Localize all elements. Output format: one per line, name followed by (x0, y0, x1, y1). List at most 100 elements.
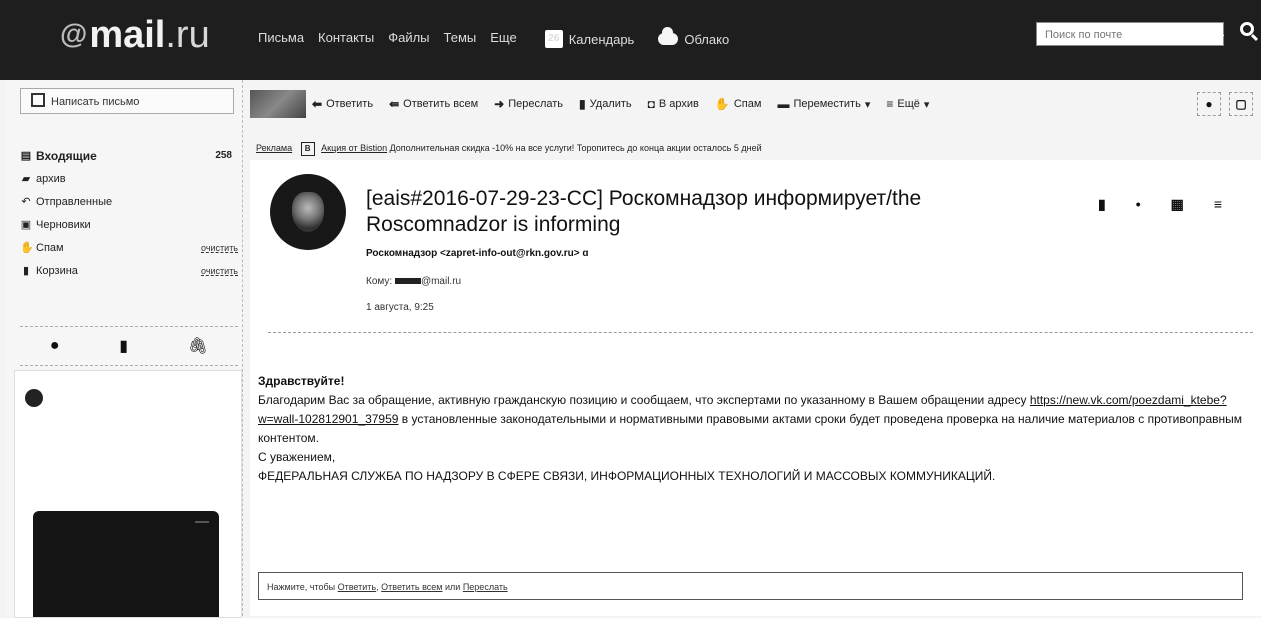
contact-card-icon[interactable]: ɑ (582, 248, 588, 259)
nav-contacts[interactable]: Контакты (318, 30, 374, 48)
body-text-before: Благодарим Вас за обращение, активную гр… (258, 393, 1030, 407)
to-domain: @mail.ru (420, 276, 462, 287)
ad-image (33, 511, 219, 617)
calendar-icon: 26 (544, 30, 563, 48)
quick-reply-all-link[interactable]: Ответить всем (381, 582, 442, 592)
more-button[interactable]: ≡ Ещё ▾ (886, 97, 929, 111)
sidebar-ad-panel[interactable] (14, 370, 242, 618)
quick-reply-box[interactable]: Нажмите, чтобы Ответить, Ответить всем и… (258, 572, 1243, 600)
ad-link[interactable]: Акция от Bistion (321, 143, 387, 153)
quick-reply-sep: , (376, 582, 379, 592)
message-view: [eais#2016-07-29-23-CC] Роскомнадзор инф… (250, 160, 1261, 616)
message-actions: ▮ • ▦ ≡ (1098, 196, 1222, 213)
logo-suffix: .ru (165, 14, 210, 56)
nav-cloud-label: Облако (684, 31, 730, 47)
ad-logo (25, 389, 43, 407)
nav-calendar-label: Календарь (568, 31, 635, 47)
folder-archive[interactable]: ▰ архив (20, 167, 238, 190)
archive-button[interactable]: ◘ В архив (648, 97, 699, 111)
header-divider (268, 332, 1253, 333)
folder-list: ▤ Входящие 258 ▰ архив ↶ Отправленные ▣ … (20, 144, 238, 282)
to-label: Кому: (366, 276, 393, 287)
message-body: Здравствуйте! Благодарим Вас за обращени… (258, 372, 1248, 486)
trash-icon: ▮ (22, 265, 30, 277)
mailru-logo[interactable]: @mail.ru (60, 14, 210, 57)
compose-icon (31, 93, 45, 107)
reply-icon: ⬅ (312, 97, 323, 111)
print-icon[interactable]: ▢ (1229, 92, 1253, 116)
sender-address[interactable]: Роскомнадзор <zapret-info-out@rkn.gov.ru… (366, 248, 588, 259)
message-toolbar: ⬅ Ответить ⇚ Ответить всем ➜ Переслать ▮ Уда… (250, 84, 1261, 124)
archive-icon: ◘ (647, 97, 655, 111)
delete-button[interactable]: ▮ Удалить (579, 97, 632, 111)
clean-trash-link[interactable]: очистить (201, 266, 238, 276)
reply-label: Ответить (326, 98, 374, 110)
search-icon[interactable] (1240, 22, 1254, 36)
trash-icon: ▮ (579, 97, 586, 111)
more-label: Ещё (897, 98, 920, 110)
cloud-icon (658, 27, 679, 45)
folder-label: Корзина (36, 264, 78, 277)
body-text-after: в установленные законодательными и норма… (258, 412, 1243, 445)
forward-button[interactable]: ➜ Переслать (494, 97, 563, 111)
ad-label: Реклама (256, 143, 293, 153)
ad-banner[interactable]: Реклама B Акция от Bistion Дополнительна… (256, 142, 762, 156)
compose-button[interactable]: Написать письмо (20, 88, 234, 114)
move-button[interactable]: ▬ Переместить ▾ (777, 97, 870, 111)
message-subject: [eais#2016-07-29-23-CC] Роскомнадзор инф… (366, 187, 922, 236)
search-box (1036, 22, 1224, 46)
recipient-line: Кому: @mail.ru (366, 276, 461, 287)
quick-reply-or: или (445, 582, 461, 592)
greeting: Здравствуйте! (258, 374, 345, 388)
spam-icon: ✋ (20, 242, 34, 254)
flagged-filter-icon[interactable]: ▮ (119, 336, 128, 356)
folder-sent[interactable]: ↶ Отправленные (20, 190, 238, 213)
reply-button[interactable]: ⬅ Ответить (312, 97, 373, 111)
inbox-icon: ▤ (20, 150, 32, 162)
nav-topics[interactable]: Темы (444, 30, 477, 48)
compose-label: Написать письмо (51, 96, 140, 108)
mark-unread-icon[interactable]: • (1136, 196, 1141, 213)
folder-label: Входящие (36, 148, 97, 163)
nav-mail[interactable]: Письма (258, 30, 304, 48)
sender-text: Роскомнадзор <zapret-info-out@rkn.gov.ru… (366, 248, 580, 259)
signature: ФЕДЕРАЛЬНАЯ СЛУЖБА ПО НАДЗОРУ В СФЕРЕ СВ… (258, 469, 996, 483)
archive-label: В архив (658, 98, 699, 110)
folder-label: архив (36, 172, 66, 185)
quick-reply-link[interactable]: Ответить (338, 582, 376, 592)
nav-files[interactable]: Файлы (388, 30, 429, 48)
folder-spam[interactable]: ✋ Спам очистить (20, 236, 238, 259)
logo-at: @ (60, 18, 88, 49)
attachment-filter-icon[interactable]: 🖇 (188, 336, 208, 356)
sidebar-filter-bar: ● ▮ 🖇 (20, 326, 238, 366)
folder-trash[interactable]: ▮ Корзина очистить (20, 259, 238, 282)
nav-calendar[interactable]: 26 Календарь (544, 30, 635, 48)
more-options-icon[interactable]: ≡ (1214, 196, 1222, 213)
nav-cloud[interactable]: Облако (658, 27, 730, 48)
sent-icon: ↶ (21, 196, 31, 208)
security-icon[interactable]: ● (1197, 92, 1221, 116)
unread-filter-icon[interactable]: ● (50, 337, 60, 355)
quick-forward-link[interactable]: Переслать (463, 582, 508, 592)
toolbar-right: ● ▢ (1197, 92, 1253, 116)
flag-icon[interactable]: ▮ (1098, 196, 1106, 213)
chevron-down-icon: ▾ (923, 98, 930, 111)
clean-spam-link[interactable]: очистить (201, 243, 238, 253)
folder-label: Черновики (36, 218, 91, 231)
delete-label: Удалить (589, 98, 632, 110)
forward-icon: ➜ (494, 97, 505, 111)
logo-main: mail (89, 14, 166, 56)
regards: С уважением, (258, 450, 336, 464)
reply-all-button[interactable]: ⇚ Ответить всем (389, 97, 478, 111)
spam-button[interactable]: ✋ Спам (715, 97, 762, 111)
chevron-down-icon: ▾ (864, 98, 871, 111)
nav-more[interactable]: Еще (490, 30, 516, 48)
search-scope-dropdown[interactable]: - (1220, 26, 1225, 42)
unread-count: 258 (215, 150, 232, 161)
folder-inbox[interactable]: ▤ Входящие 258 (20, 144, 238, 167)
folder-drafts[interactable]: ▣ Черновики (20, 213, 238, 236)
search-input[interactable] (1043, 28, 1197, 42)
print-icon[interactable]: ▦ (1171, 196, 1184, 213)
menu-icon: ≡ (886, 97, 894, 111)
reply-all-label: Ответить всем (403, 98, 479, 110)
